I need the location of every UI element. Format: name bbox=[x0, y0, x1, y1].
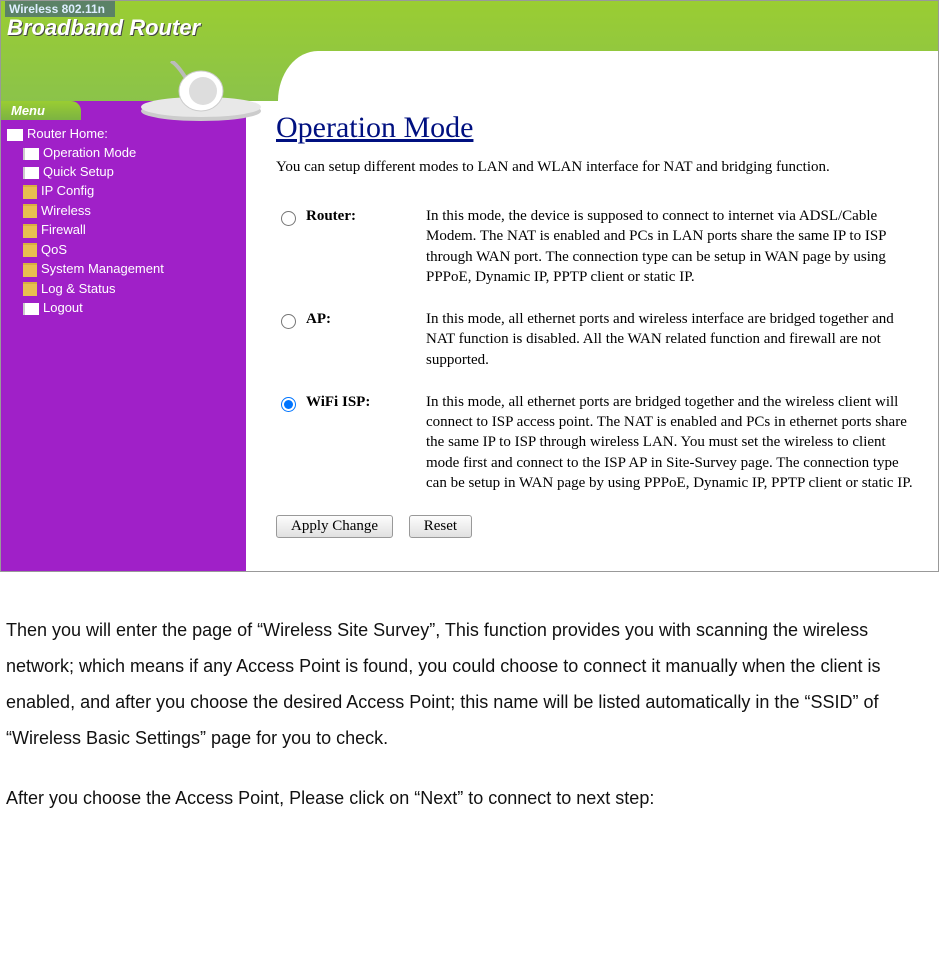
reset-button[interactable]: Reset bbox=[409, 515, 472, 538]
header-title: Broadband Router bbox=[7, 15, 200, 41]
nav-tree: Router Home: Operation Mode Quick Setup IP… bbox=[1, 120, 246, 337]
mode-radio-router[interactable] bbox=[281, 211, 296, 226]
nav-item-label: Quick Setup bbox=[43, 164, 114, 179]
mode-label-wifi_isp: WiFi ISP: bbox=[306, 392, 426, 411]
folder-icon bbox=[23, 185, 37, 199]
instruction-paragraph-1: Then you will enter the page of “Wireles… bbox=[6, 612, 933, 756]
router-admin-ui: Wireless 802.11n Broadband Router Menu R… bbox=[0, 0, 939, 572]
instruction-text: Then you will enter the page of “Wireles… bbox=[0, 572, 939, 850]
page-icon bbox=[23, 303, 39, 315]
home-icon bbox=[7, 129, 23, 141]
mode-description-router: In this mode, the device is supposed to … bbox=[426, 206, 918, 287]
content-panel: Operation Mode You can setup different m… bbox=[246, 101, 938, 571]
mode-label-router: Router: bbox=[306, 206, 426, 225]
nav-item-logout[interactable]: Logout bbox=[7, 298, 240, 317]
header-curve bbox=[278, 51, 938, 101]
page-icon bbox=[23, 167, 39, 179]
nav-item-label: Wireless bbox=[41, 203, 91, 218]
nav-item-quick-setup[interactable]: Quick Setup bbox=[7, 162, 240, 181]
mode-description-ap: In this mode, all ethernet ports and wir… bbox=[426, 309, 918, 370]
nav-root-label: Router Home: bbox=[27, 126, 108, 141]
folder-icon bbox=[23, 282, 37, 296]
mode-label-ap: AP: bbox=[306, 309, 426, 328]
page-icon bbox=[23, 148, 39, 160]
sidebar: Menu Router Home: Operation Mode Quick Se… bbox=[1, 101, 246, 571]
mode-description-wifi_isp: In this mode, all ethernet ports are bri… bbox=[426, 392, 918, 493]
mode-row-wifi_isp: WiFi ISP:In this mode, all ethernet port… bbox=[276, 392, 918, 493]
nav-item-label: QoS bbox=[41, 242, 67, 257]
nav-item-log-status[interactable]: Log & Status bbox=[7, 279, 240, 299]
nav-item-operation-mode[interactable]: Operation Mode bbox=[7, 143, 240, 162]
folder-icon bbox=[23, 263, 37, 277]
folder-icon bbox=[23, 224, 37, 238]
menu-tab: Menu bbox=[1, 101, 81, 120]
instruction-paragraph-2: After you choose the Access Point, Pleas… bbox=[6, 780, 933, 816]
nav-item-label: Firewall bbox=[41, 222, 86, 237]
nav-item-firewall[interactable]: Firewall bbox=[7, 220, 240, 240]
page-intro: You can setup different modes to LAN and… bbox=[276, 159, 918, 176]
nav-root[interactable]: Router Home: bbox=[7, 124, 240, 143]
nav-item-label: Logout bbox=[43, 300, 83, 315]
nav-item-label: Log & Status bbox=[41, 281, 115, 296]
page-title: Operation Mode bbox=[276, 111, 918, 145]
nav-item-system-management[interactable]: System Management bbox=[7, 259, 240, 279]
operation-mode-options: Router:In this mode, the device is suppo… bbox=[276, 206, 918, 493]
antenna-graphic bbox=[131, 61, 271, 121]
nav-item-wireless[interactable]: Wireless bbox=[7, 201, 240, 221]
nav-item-label: IP Config bbox=[41, 183, 94, 198]
folder-icon bbox=[23, 243, 37, 257]
nav-item-qos[interactable]: QoS bbox=[7, 240, 240, 260]
main-area: Menu Router Home: Operation Mode Quick Se… bbox=[1, 101, 938, 571]
nav-item-ip-config[interactable]: IP Config bbox=[7, 181, 240, 201]
nav-item-label: Operation Mode bbox=[43, 145, 136, 160]
mode-row-router: Router:In this mode, the device is suppo… bbox=[276, 206, 918, 287]
mode-radio-ap[interactable] bbox=[281, 314, 296, 329]
mode-row-ap: AP:In this mode, all ethernet ports and … bbox=[276, 309, 918, 370]
button-row: Apply Change Reset bbox=[276, 515, 918, 538]
apply-change-button[interactable]: Apply Change bbox=[276, 515, 393, 538]
nav-item-label: System Management bbox=[41, 261, 164, 276]
folder-icon bbox=[23, 204, 37, 218]
header-banner: Wireless 802.11n Broadband Router bbox=[1, 1, 938, 101]
mode-radio-wifi_isp[interactable] bbox=[281, 397, 296, 412]
